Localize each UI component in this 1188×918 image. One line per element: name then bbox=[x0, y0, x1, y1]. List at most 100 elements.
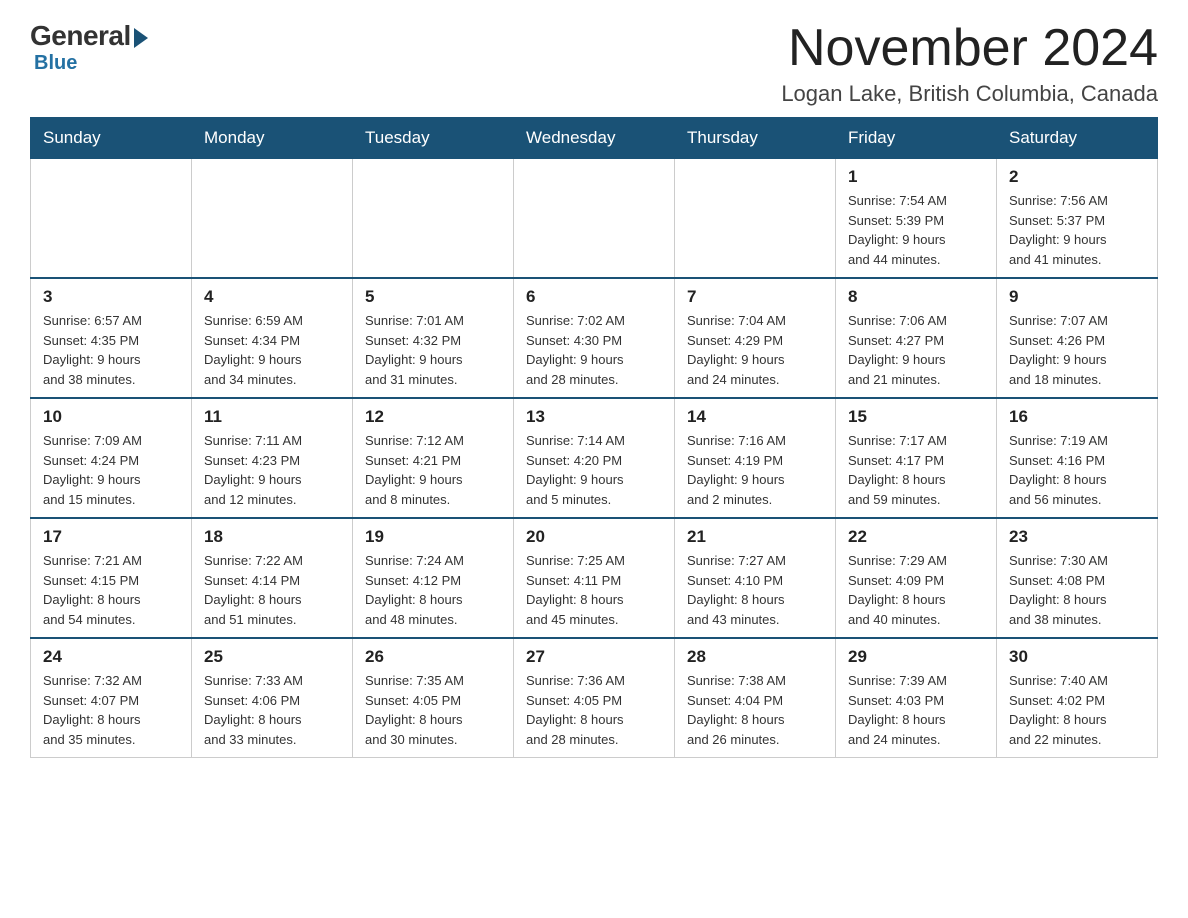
table-row: 12 Sunrise: 7:12 AM Sunset: 4:21 PM Dayli… bbox=[353, 398, 514, 518]
day-info: Sunrise: 7:29 AM Sunset: 4:09 PM Dayligh… bbox=[848, 551, 984, 629]
day-number: 9 bbox=[1009, 287, 1145, 307]
day-number: 14 bbox=[687, 407, 823, 427]
header-saturday: Saturday bbox=[997, 118, 1158, 159]
day-info: Sunrise: 7:39 AM Sunset: 4:03 PM Dayligh… bbox=[848, 671, 984, 749]
table-row bbox=[31, 159, 192, 279]
month-title: November 2024 bbox=[781, 20, 1158, 77]
day-info: Sunrise: 7:30 AM Sunset: 4:08 PM Dayligh… bbox=[1009, 551, 1145, 629]
page-header: General Blue November 2024 Logan Lake, B… bbox=[30, 20, 1158, 107]
day-number: 1 bbox=[848, 167, 984, 187]
day-info: Sunrise: 7:17 AM Sunset: 4:17 PM Dayligh… bbox=[848, 431, 984, 509]
day-number: 22 bbox=[848, 527, 984, 547]
day-number: 29 bbox=[848, 647, 984, 667]
day-number: 12 bbox=[365, 407, 501, 427]
day-info: Sunrise: 7:36 AM Sunset: 4:05 PM Dayligh… bbox=[526, 671, 662, 749]
calendar-week-row: 3Sunrise: 6:57 AM Sunset: 4:35 PM Daylig… bbox=[31, 278, 1158, 398]
calendar-week-row: 10 Sunrise: 7:09 AM Sunset: 4:24 PM Dayli… bbox=[31, 398, 1158, 518]
header-thursday: Thursday bbox=[675, 118, 836, 159]
table-row: 24 Sunrise: 7:32 AM Sunset: 4:07 PM Dayli… bbox=[31, 638, 192, 758]
header-sunday: Sunday bbox=[31, 118, 192, 159]
logo-blue-text: Blue bbox=[34, 52, 77, 75]
day-info: Sunrise: 7:22 AM Sunset: 4:14 PM Dayligh… bbox=[204, 551, 340, 629]
table-row: 23 Sunrise: 7:30 AM Sunset: 4:08 PM Dayli… bbox=[997, 518, 1158, 638]
day-number: 21 bbox=[687, 527, 823, 547]
day-number: 10 bbox=[43, 407, 179, 427]
calendar-table: Sunday Monday Tuesday Wednesday Thursday… bbox=[30, 117, 1158, 758]
day-number: 26 bbox=[365, 647, 501, 667]
day-number: 19 bbox=[365, 527, 501, 547]
table-row: 15 Sunrise: 7:17 AM Sunset: 4:17 PM Dayli… bbox=[836, 398, 997, 518]
day-number: 13 bbox=[526, 407, 662, 427]
table-row: 28Sunrise: 7:38 AM Sunset: 4:04 PM Dayli… bbox=[675, 638, 836, 758]
day-number: 5 bbox=[365, 287, 501, 307]
day-info: Sunrise: 7:02 AM Sunset: 4:30 PM Dayligh… bbox=[526, 311, 662, 389]
table-row: 3Sunrise: 6:57 AM Sunset: 4:35 PM Daylig… bbox=[31, 278, 192, 398]
table-row: 5 Sunrise: 7:01 AM Sunset: 4:32 PM Daylig… bbox=[353, 278, 514, 398]
table-row: 19Sunrise: 7:24 AM Sunset: 4:12 PM Dayli… bbox=[353, 518, 514, 638]
day-info: Sunrise: 6:59 AM Sunset: 4:34 PM Dayligh… bbox=[204, 311, 340, 389]
table-row: 18 Sunrise: 7:22 AM Sunset: 4:14 PM Dayli… bbox=[192, 518, 353, 638]
day-info: Sunrise: 7:33 AM Sunset: 4:06 PM Dayligh… bbox=[204, 671, 340, 749]
header-monday: Monday bbox=[192, 118, 353, 159]
day-info: Sunrise: 7:01 AM Sunset: 4:32 PM Dayligh… bbox=[365, 311, 501, 389]
table-row: 20 Sunrise: 7:25 AM Sunset: 4:11 PM Dayli… bbox=[514, 518, 675, 638]
day-info: Sunrise: 7:32 AM Sunset: 4:07 PM Dayligh… bbox=[43, 671, 179, 749]
day-number: 17 bbox=[43, 527, 179, 547]
table-row: 1 Sunrise: 7:54 AM Sunset: 5:39 PM Daylig… bbox=[836, 159, 997, 279]
day-info: Sunrise: 7:21 AM Sunset: 4:15 PM Dayligh… bbox=[43, 551, 179, 629]
calendar-week-row: 17 Sunrise: 7:21 AM Sunset: 4:15 PM Dayli… bbox=[31, 518, 1158, 638]
day-info: Sunrise: 7:07 AM Sunset: 4:26 PM Dayligh… bbox=[1009, 311, 1145, 389]
day-number: 6 bbox=[526, 287, 662, 307]
day-info: Sunrise: 7:19 AM Sunset: 4:16 PM Dayligh… bbox=[1009, 431, 1145, 509]
day-number: 4 bbox=[204, 287, 340, 307]
table-row bbox=[192, 159, 353, 279]
day-number: 28 bbox=[687, 647, 823, 667]
calendar-header-row: Sunday Monday Tuesday Wednesday Thursday… bbox=[31, 118, 1158, 159]
table-row: 14Sunrise: 7:16 AM Sunset: 4:19 PM Dayli… bbox=[675, 398, 836, 518]
table-row: 17 Sunrise: 7:21 AM Sunset: 4:15 PM Dayli… bbox=[31, 518, 192, 638]
day-number: 15 bbox=[848, 407, 984, 427]
calendar-week-row: 24 Sunrise: 7:32 AM Sunset: 4:07 PM Dayli… bbox=[31, 638, 1158, 758]
table-row: 16 Sunrise: 7:19 AM Sunset: 4:16 PM Dayli… bbox=[997, 398, 1158, 518]
day-number: 8 bbox=[848, 287, 984, 307]
day-info: Sunrise: 7:04 AM Sunset: 4:29 PM Dayligh… bbox=[687, 311, 823, 389]
table-row bbox=[514, 159, 675, 279]
table-row bbox=[675, 159, 836, 279]
day-info: Sunrise: 7:25 AM Sunset: 4:11 PM Dayligh… bbox=[526, 551, 662, 629]
table-row: 13 Sunrise: 7:14 AM Sunset: 4:20 PM Dayli… bbox=[514, 398, 675, 518]
day-info: Sunrise: 7:56 AM Sunset: 5:37 PM Dayligh… bbox=[1009, 191, 1145, 269]
day-number: 30 bbox=[1009, 647, 1145, 667]
day-number: 7 bbox=[687, 287, 823, 307]
table-row: 21Sunrise: 7:27 AM Sunset: 4:10 PM Dayli… bbox=[675, 518, 836, 638]
day-number: 16 bbox=[1009, 407, 1145, 427]
day-number: 24 bbox=[43, 647, 179, 667]
table-row: 11 Sunrise: 7:11 AM Sunset: 4:23 PM Dayli… bbox=[192, 398, 353, 518]
day-info: Sunrise: 7:35 AM Sunset: 4:05 PM Dayligh… bbox=[365, 671, 501, 749]
title-block: November 2024 Logan Lake, British Columb… bbox=[781, 20, 1158, 107]
table-row: 9 Sunrise: 7:07 AM Sunset: 4:26 PM Daylig… bbox=[997, 278, 1158, 398]
table-row bbox=[353, 159, 514, 279]
header-friday: Friday bbox=[836, 118, 997, 159]
table-row: 4 Sunrise: 6:59 AM Sunset: 4:34 PM Daylig… bbox=[192, 278, 353, 398]
day-number: 2 bbox=[1009, 167, 1145, 187]
table-row: 29 Sunrise: 7:39 AM Sunset: 4:03 PM Dayli… bbox=[836, 638, 997, 758]
table-row: 25 Sunrise: 7:33 AM Sunset: 4:06 PM Dayli… bbox=[192, 638, 353, 758]
day-info: Sunrise: 7:54 AM Sunset: 5:39 PM Dayligh… bbox=[848, 191, 984, 269]
day-number: 3 bbox=[43, 287, 179, 307]
table-row: 2 Sunrise: 7:56 AM Sunset: 5:37 PM Daylig… bbox=[997, 159, 1158, 279]
day-info: Sunrise: 7:14 AM Sunset: 4:20 PM Dayligh… bbox=[526, 431, 662, 509]
day-number: 25 bbox=[204, 647, 340, 667]
day-number: 11 bbox=[204, 407, 340, 427]
day-number: 23 bbox=[1009, 527, 1145, 547]
table-row: 26 Sunrise: 7:35 AM Sunset: 4:05 PM Dayli… bbox=[353, 638, 514, 758]
day-info: Sunrise: 7:40 AM Sunset: 4:02 PM Dayligh… bbox=[1009, 671, 1145, 749]
header-tuesday: Tuesday bbox=[353, 118, 514, 159]
day-number: 18 bbox=[204, 527, 340, 547]
table-row: 10 Sunrise: 7:09 AM Sunset: 4:24 PM Dayli… bbox=[31, 398, 192, 518]
day-info: Sunrise: 7:06 AM Sunset: 4:27 PM Dayligh… bbox=[848, 311, 984, 389]
day-info: Sunrise: 7:11 AM Sunset: 4:23 PM Dayligh… bbox=[204, 431, 340, 509]
day-info: Sunrise: 7:09 AM Sunset: 4:24 PM Dayligh… bbox=[43, 431, 179, 509]
logo-general-text: General bbox=[30, 20, 131, 52]
day-number: 20 bbox=[526, 527, 662, 547]
day-info: Sunrise: 7:12 AM Sunset: 4:21 PM Dayligh… bbox=[365, 431, 501, 509]
